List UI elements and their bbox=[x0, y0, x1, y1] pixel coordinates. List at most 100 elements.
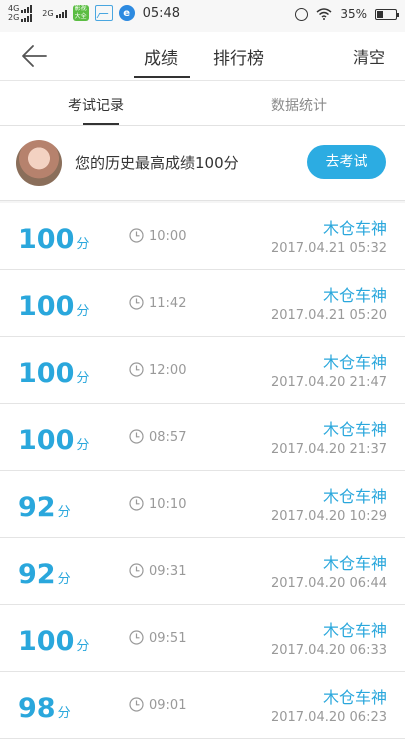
score: 92 分 bbox=[18, 559, 71, 590]
score: 100 分 bbox=[18, 291, 89, 322]
browser-notification-icon: e bbox=[118, 5, 135, 21]
network-label: 2G bbox=[8, 13, 20, 22]
score: 100 分 bbox=[18, 425, 89, 456]
exam-date: 2017.04.21 05:20 bbox=[270, 308, 387, 323]
status-time: 05:48 bbox=[142, 5, 181, 21]
exam-date: 2017.04.21 05:32 bbox=[270, 241, 387, 256]
exam-duration: 09:51 bbox=[149, 631, 187, 646]
score-value: 100 bbox=[18, 291, 75, 322]
score-unit: 分 bbox=[57, 572, 71, 587]
score-value: 92 bbox=[18, 492, 56, 523]
list-item[interactable]: 92 分 09:31 木仓车神 2017.04.20 06:44 bbox=[0, 538, 405, 605]
user-name: 木仓车神 bbox=[322, 487, 387, 506]
tab-statistics[interactable]: 数据统计 bbox=[271, 95, 327, 115]
battery-icon bbox=[375, 8, 399, 20]
list-item[interactable]: 100 分 09:51 木仓车神 2017.04.20 06:33 bbox=[0, 605, 405, 672]
score-value: 92 bbox=[18, 559, 56, 590]
score-unit: 分 bbox=[76, 237, 90, 252]
exam-duration: 09:31 bbox=[149, 564, 187, 579]
exam-duration: 11:42 bbox=[149, 296, 187, 311]
score-value: 100 bbox=[18, 425, 75, 456]
user-name: 木仓车神 bbox=[322, 286, 387, 305]
signal-icon bbox=[21, 5, 33, 13]
network-label: 4G bbox=[8, 4, 20, 13]
list-item[interactable]: 92 分 10:10 木仓车神 2017.04.20 10:29 bbox=[0, 471, 405, 538]
score-unit: 分 bbox=[76, 438, 90, 453]
battery-percent: 35% bbox=[340, 7, 367, 21]
signal-icon bbox=[21, 14, 33, 22]
user-name: 木仓车神 bbox=[322, 420, 387, 439]
exam-date: 2017.04.20 10:29 bbox=[270, 509, 387, 524]
score-value: 98 bbox=[18, 693, 56, 724]
clock-icon bbox=[129, 697, 144, 712]
list-item[interactable]: 100 分 12:00 木仓车神 2017.04.20 21:47 bbox=[0, 337, 405, 404]
tab-exam-records[interactable]: 考试记录 bbox=[68, 95, 124, 115]
exam-duration: 10:00 bbox=[149, 229, 187, 244]
exam-date: 2017.04.20 06:23 bbox=[270, 710, 387, 725]
status-bar: 4G 2G 2G 影视大全 e 05:48 35% bbox=[0, 0, 405, 32]
active-subtab-indicator bbox=[83, 123, 119, 125]
score: 100 分 bbox=[18, 626, 89, 657]
list-item[interactable]: 100 分 08:57 木仓车神 2017.04.20 21:37 bbox=[0, 404, 405, 471]
score-unit: 分 bbox=[76, 639, 90, 654]
clock-icon bbox=[129, 362, 144, 377]
score: 98 分 bbox=[18, 693, 71, 724]
clock-icon bbox=[129, 563, 144, 578]
clock-icon bbox=[129, 429, 144, 444]
exam-date: 2017.04.20 21:37 bbox=[270, 442, 387, 457]
best-score-text: 您的历史最高成绩100分 bbox=[75, 154, 239, 172]
tab-scores[interactable]: 成绩 bbox=[144, 44, 178, 69]
score-unit: 分 bbox=[57, 505, 71, 520]
avatar[interactable] bbox=[16, 140, 62, 186]
list-item[interactable]: 100 分 11:42 木仓车神 2017.04.21 05:20 bbox=[0, 270, 405, 337]
list-item[interactable]: 100 分 10:00 木仓车神 2017.04.21 05:32 bbox=[0, 203, 405, 270]
take-exam-button[interactable]: 去考试 bbox=[307, 145, 386, 179]
clock-icon bbox=[129, 496, 144, 511]
sub-tabs: 考试记录 数据统计 bbox=[0, 81, 405, 126]
back-arrow-icon[interactable] bbox=[20, 42, 50, 70]
score-value: 100 bbox=[18, 358, 75, 389]
exam-date: 2017.04.20 06:44 bbox=[270, 576, 387, 591]
signal-row-2: 2G bbox=[8, 13, 33, 22]
exam-duration: 12:00 bbox=[149, 363, 187, 378]
user-name: 木仓车神 bbox=[322, 621, 387, 640]
status-right: 35% bbox=[295, 7, 399, 21]
alarm-icon bbox=[295, 7, 309, 21]
clear-button[interactable]: 清空 bbox=[353, 44, 385, 68]
score-unit: 分 bbox=[57, 706, 71, 721]
app-notification-icon: 影视大全 bbox=[72, 5, 89, 21]
top-nav: 成绩 排行榜 清空 bbox=[0, 32, 405, 81]
picture-notification-icon bbox=[94, 5, 113, 21]
score-unit: 分 bbox=[76, 304, 90, 319]
score-unit: 分 bbox=[76, 371, 90, 386]
record-list: 100 分 10:00 木仓车神 2017.04.21 05:32 100 分 11:42 木仓… bbox=[0, 203, 405, 739]
user-name: 木仓车神 bbox=[322, 219, 387, 238]
wifi-icon bbox=[316, 8, 332, 20]
clock-icon bbox=[129, 630, 144, 645]
exam-duration: 08:57 bbox=[149, 430, 187, 445]
user-name: 木仓车神 bbox=[322, 554, 387, 573]
score: 100 分 bbox=[18, 224, 89, 255]
user-name: 木仓车神 bbox=[322, 353, 387, 372]
signal-row-3: 2G bbox=[42, 8, 67, 18]
score-value: 100 bbox=[18, 224, 75, 255]
clock-icon bbox=[129, 228, 144, 243]
exam-date: 2017.04.20 06:33 bbox=[270, 643, 387, 658]
signal-icon bbox=[55, 9, 67, 18]
best-score-panel: 您的历史最高成绩100分 去考试 bbox=[0, 126, 405, 201]
status-left: 4G 2G 2G 影视大全 e 05:48 bbox=[8, 4, 180, 22]
exam-date: 2017.04.20 21:47 bbox=[270, 375, 387, 390]
user-name: 木仓车神 bbox=[322, 688, 387, 707]
battery-level bbox=[377, 10, 383, 18]
score-value: 100 bbox=[18, 626, 75, 657]
list-item[interactable]: 98 分 09:01 木仓车神 2017.04.20 06:23 bbox=[0, 672, 405, 739]
active-tab-indicator bbox=[134, 76, 190, 78]
exam-duration: 10:10 bbox=[149, 497, 187, 512]
signal-row-1: 4G bbox=[8, 4, 33, 13]
exam-duration: 09:01 bbox=[149, 698, 187, 713]
score: 100 分 bbox=[18, 358, 89, 389]
network-label: 2G bbox=[42, 8, 54, 18]
clock-icon bbox=[129, 295, 144, 310]
tab-leaderboard[interactable]: 排行榜 bbox=[213, 44, 264, 69]
score: 92 分 bbox=[18, 492, 71, 523]
